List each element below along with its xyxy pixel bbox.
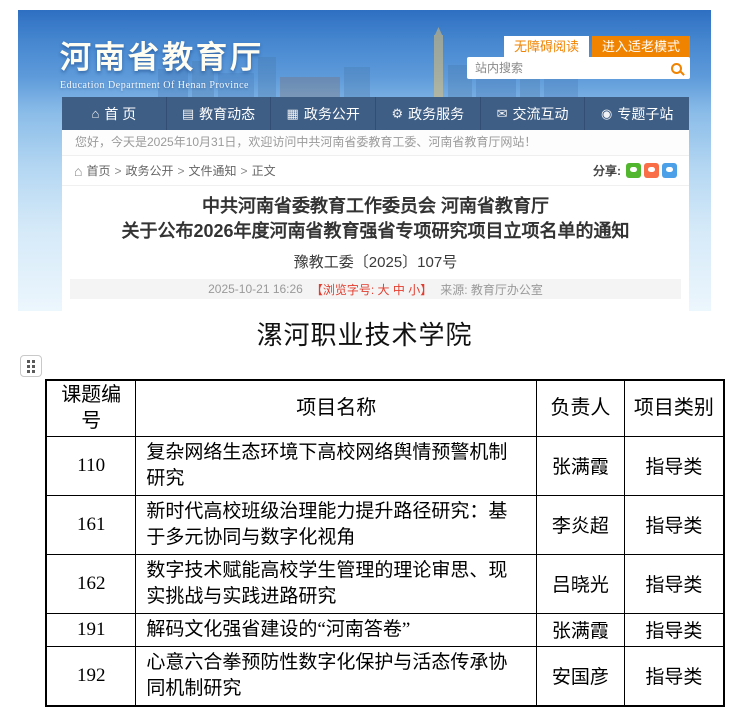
nav-item-gov-service[interactable]: ⚙ 政务服务: [375, 97, 480, 130]
breadcrumb-bar: ⌂ 首页 > 政务公开 > 文件通知 > 正文 分享:: [62, 156, 689, 186]
table-row: 110 复杂网络生态环境下高校网络舆情预警机制研究 张满霞 指导类: [46, 436, 724, 495]
cell-project-name: 复杂网络生态环境下高校网络舆情预警机制研究: [136, 436, 537, 495]
cell-project-code: 110: [46, 436, 136, 495]
nav-label: 政务公开: [304, 104, 360, 124]
breadcrumb-home-icon: ⌂: [74, 163, 82, 179]
article-title-line2: 关于公布2026年度河南省教育强省专项研究项目立项名单的通知: [62, 219, 689, 244]
site-logo: 河南省教育厅 Education Department Of Henan Pro…: [60, 32, 264, 91]
font-size-control[interactable]: 【浏览字号: 大 中 小】: [311, 281, 432, 298]
breadcrumb-item-current: 正文: [252, 162, 276, 179]
disclosure-icon: ▦: [287, 106, 299, 122]
search-input[interactable]: [475, 61, 667, 75]
nav-label: 专题子站: [617, 104, 673, 124]
cell-project-name: 心意六合拳预防性数字化保护与活态传承协同机制研究: [136, 646, 537, 706]
cell-category: 指导类: [624, 495, 724, 554]
breadcrumb-separator: >: [114, 164, 121, 178]
cell-project-name: 解码文化强省建设的“河南答卷”: [136, 613, 537, 646]
cell-project-code: 162: [46, 554, 136, 613]
table-row: 191 解码文化强省建设的“河南答卷” 张满霞 指导类: [46, 613, 724, 646]
cell-project-name: 新时代高校班级治理能力提升路径研究：基于多元协同与数字化视角: [136, 495, 537, 554]
site-banner: 河南省教育厅 Education Department Of Henan Pro…: [18, 10, 711, 97]
nav-item-interaction[interactable]: ✉ 交流互动: [480, 97, 585, 130]
cell-leader: 安国彦: [537, 646, 625, 706]
site-search[interactable]: [467, 57, 690, 79]
header-leader: 负责人: [537, 380, 625, 436]
content-column: ⌂ 首 页 ▤ 教育动态 ▦ 政务公开 ⚙ 政务服务 ✉ 交流互动 ◉ 专题子站: [62, 97, 689, 311]
nav-label: 教育动态: [199, 104, 255, 124]
cell-leader: 吕晓光: [537, 554, 625, 613]
cell-leader: 李炎超: [537, 495, 625, 554]
breadcrumb-item-disclosure[interactable]: 政务公开: [126, 162, 174, 179]
main-nav: ⌂ 首 页 ▤ 教育动态 ▦ 政务公开 ⚙ 政务服务 ✉ 交流互动 ◉ 专题子站: [62, 97, 689, 130]
table-row: 192 心意六合拳预防性数字化保护与活态传承协同机制研究 安国彦 指导类: [46, 646, 724, 706]
nav-label: 交流互动: [512, 104, 568, 124]
news-icon: ▤: [182, 106, 194, 122]
cell-category: 指导类: [624, 646, 724, 706]
share-label: 分享:: [593, 162, 621, 179]
cell-leader: 张满霞: [537, 613, 625, 646]
header-category: 项目类别: [624, 380, 724, 436]
share-qq-icon[interactable]: [662, 163, 677, 178]
grid-dots-icon: [27, 360, 35, 373]
subsite-icon: ◉: [601, 106, 612, 122]
article-meta-bar: 2025-10-21 16:26 【浏览字号: 大 中 小】 来源: 教育厅办公…: [70, 279, 681, 299]
accessibility-reading-button[interactable]: 无障碍阅读: [504, 36, 589, 58]
nav-item-gov-disclosure[interactable]: ▦ 政务公开: [270, 97, 375, 130]
drag-handle-button[interactable]: [20, 355, 42, 377]
share-wechat-icon[interactable]: [626, 163, 641, 178]
project-table: 课题编号 项目名称 负责人 项目类别 110 复杂网络生态环境下高校网络舆情预警…: [45, 379, 725, 707]
greeting-bar: 您好，今天是2025年10月31日，欢迎访问中共河南省委教育工委、河南省教育厅网…: [62, 130, 689, 156]
table-header-row: 课题编号 项目名称 负责人 项目类别: [46, 380, 724, 436]
nav-item-subsites[interactable]: ◉ 专题子站: [584, 97, 689, 130]
cell-project-code: 161: [46, 495, 136, 554]
table-row: 162 数字技术赋能高校学生管理的理论审思、现实挑战与实践进路研究 吕晓光 指导…: [46, 554, 724, 613]
cell-category: 指导类: [624, 554, 724, 613]
interaction-icon: ✉: [497, 106, 508, 122]
cell-project-name: 数字技术赋能高校学生管理的理论审思、现实挑战与实践进路研究: [136, 554, 537, 613]
nav-label: 首 页: [104, 104, 136, 124]
service-icon: ⚙: [392, 106, 404, 122]
cell-category: 指导类: [624, 436, 724, 495]
publish-time: 2025-10-21 16:26: [208, 282, 303, 296]
breadcrumb-item-notices[interactable]: 文件通知: [189, 162, 237, 179]
table-row: 161 新时代高校班级治理能力提升路径研究：基于多元协同与数字化视角 李炎超 指…: [46, 495, 724, 554]
site-subtitle: Education Department Of Henan Province: [60, 80, 264, 91]
nav-item-home[interactable]: ⌂ 首 页: [62, 97, 166, 130]
document-number: 豫教工委〔2025〕107号: [62, 251, 689, 272]
nav-label: 政务服务: [408, 104, 464, 124]
article-title-line1: 中共河南省委教育工作委员会 河南省教育厅: [62, 194, 689, 219]
cell-project-code: 192: [46, 646, 136, 706]
header-project-code: 课题编号: [46, 380, 136, 436]
search-icon[interactable]: [671, 63, 682, 74]
breadcrumb-separator: >: [241, 164, 248, 178]
header-project-name: 项目名称: [136, 380, 537, 436]
elder-mode-button[interactable]: 进入适老模式: [592, 36, 690, 58]
breadcrumb-item-home[interactable]: 首页: [86, 162, 110, 179]
article-source: 来源: 教育厅办公室: [440, 281, 543, 298]
page-background: 河南省教育厅 Education Department Of Henan Pro…: [18, 10, 711, 311]
site-title: 河南省教育厅: [60, 32, 264, 77]
cell-project-code: 191: [46, 613, 136, 646]
nav-item-education-news[interactable]: ▤ 教育动态: [166, 97, 271, 130]
college-section-title: 漯河职业技术学院: [0, 319, 729, 353]
share-weibo-icon[interactable]: [644, 163, 659, 178]
article-header: 中共河南省委教育工作委员会 河南省教育厅 关于公布2026年度河南省教育强省专项…: [62, 186, 689, 299]
cell-category: 指导类: [624, 613, 724, 646]
share-bar: 分享:: [593, 162, 677, 179]
home-icon: ⌂: [91, 106, 99, 121]
breadcrumb-separator: >: [178, 164, 185, 178]
cell-leader: 张满霞: [537, 436, 625, 495]
